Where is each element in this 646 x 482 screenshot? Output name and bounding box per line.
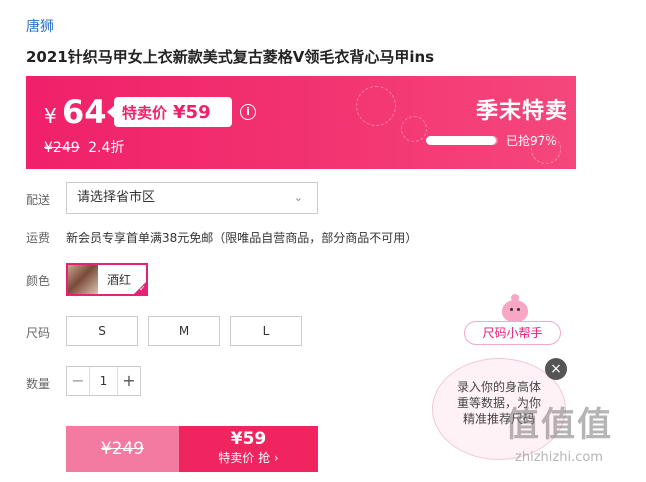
info-icon[interactable]: i <box>240 104 256 120</box>
quantity-input[interactable]: 1 <box>89 367 118 395</box>
original-price-button[interactable]: ¥249 <box>66 426 179 472</box>
size-option-m[interactable]: M <box>148 316 220 346</box>
watermark-logo: 值值值 <box>505 405 613 445</box>
shipping-label: 运费 <box>26 231 51 245</box>
region-select-value: 请选择省市区 <box>77 190 156 205</box>
color-option-wine-red[interactable]: 酒红 ✓ <box>66 263 148 296</box>
sold-progress-bar <box>426 136 498 145</box>
size-helper-button[interactable]: 尺码小帮手 <box>464 321 561 345</box>
color-option-label: 酒红 <box>107 273 132 287</box>
size-option-s[interactable]: S <box>66 316 138 346</box>
sold-percentage: 已抢97% <box>506 134 557 148</box>
chevron-down-icon: ⌄ <box>293 191 303 204</box>
special-price-value: ¥59 <box>173 101 211 123</box>
buy-action-label: 特卖价 抢 › <box>218 451 279 465</box>
region-select[interactable]: 请选择省市区 ⌄ <box>66 182 318 214</box>
quantity-plus-button[interactable]: + <box>118 367 140 395</box>
buy-original-price: ¥249 <box>100 439 145 459</box>
watermark: 值值值 zhizhizhi.com <box>505 397 613 465</box>
quantity-minus-button[interactable]: − <box>67 367 89 395</box>
shipping-info: 新会员专享首单满38元免邮（限唯品自营商品，部分商品不可用） <box>66 231 418 245</box>
brand-link[interactable]: 唐狮 <box>26 16 54 36</box>
special-price-tag: 特卖价 ¥59 <box>107 97 232 127</box>
vip-price: 64 <box>62 93 107 131</box>
special-price-label: 特卖价 <box>122 103 168 122</box>
original-price-row: ¥249 2.4折 <box>44 137 124 157</box>
quantity-label: 数量 <box>26 377 51 391</box>
size-option-l[interactable]: L <box>230 316 302 346</box>
currency-symbol: ¥ <box>44 104 57 128</box>
color-thumbnail <box>68 265 98 294</box>
original-price: ¥249 <box>44 140 80 156</box>
quantity-stepper: − 1 + <box>66 366 141 396</box>
selected-check-icon: ✓ <box>133 281 147 295</box>
close-icon[interactable]: × <box>545 358 567 380</box>
watermark-url: zhizhizhi.com <box>515 450 603 465</box>
sold-progress-fill <box>426 136 496 145</box>
bubble-text-line-1: 录入你的身高体 <box>456 380 541 394</box>
color-label: 颜色 <box>26 274 51 288</box>
size-helper-mascot-icon[interactable] <box>502 294 528 322</box>
size-label: 尺码 <box>26 326 51 340</box>
buy-price: ¥59 <box>230 429 267 449</box>
price-banner: ¥ 64 特卖价 ¥59 i ¥249 2.4折 季末特卖 已抢97% <box>26 76 576 169</box>
buy-now-button[interactable]: ¥59 特卖价 抢 › <box>179 426 318 472</box>
delivery-label: 配送 <box>26 193 51 207</box>
season-sale-label: 季末特卖 <box>476 99 569 124</box>
discount-label: 2.4折 <box>88 140 125 156</box>
product-title: 2021针织马甲女上衣新款美式复古菱格V领毛衣背心马甲ins <box>26 48 435 66</box>
